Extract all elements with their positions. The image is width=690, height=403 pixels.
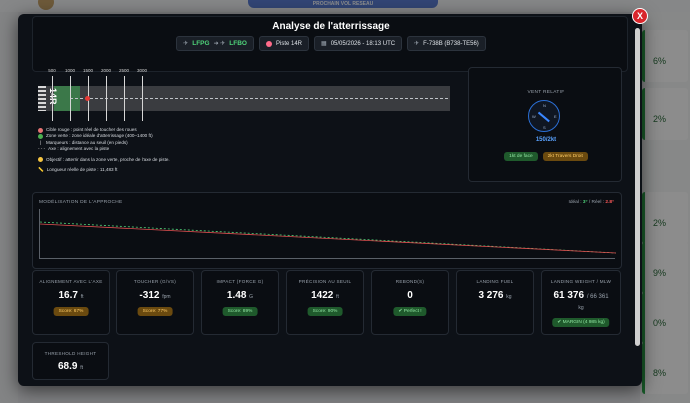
plane-icon: ✈ bbox=[414, 41, 420, 47]
metric-touchdown-vs: TOUCHER (G/VS) -312 fpm Score: 77% bbox=[116, 270, 194, 335]
close-button[interactable]: X bbox=[632, 8, 648, 24]
runway-diagram: 14R bbox=[38, 76, 450, 121]
distance-marker bbox=[124, 76, 125, 121]
runway-number: 14R bbox=[48, 88, 58, 105]
wind-title: VENT RELATIF bbox=[527, 90, 565, 95]
distance-label: 2000 bbox=[100, 68, 112, 73]
landing-analysis-modal: Analyse de l'atterrissage ✈ LFPG ➜ ✈ LFB… bbox=[18, 14, 642, 386]
score-badge: Score: 67% bbox=[53, 307, 89, 316]
dashed-line-icon: - - - bbox=[38, 146, 46, 152]
metric-axis-alignment: ALIGNEMENT AVEC L'AXE 16.7 ft Score: 67% bbox=[32, 270, 110, 335]
metric-threshold-height: THRESHOLD HEIGHT 68.9 ft bbox=[32, 342, 109, 380]
perfect-badge: ✔ Perfect ! bbox=[393, 307, 427, 316]
green-zone-icon bbox=[38, 134, 43, 140]
distance-marker bbox=[70, 76, 71, 121]
distance-label: 500 bbox=[48, 68, 56, 73]
distance-label: 1500 bbox=[82, 68, 94, 73]
takeoff-icon: ✈ bbox=[183, 41, 189, 47]
objective-note: Objectif : atterrir dans la zone verte, … bbox=[38, 157, 170, 163]
aircraft-pill: ✈ F-738B (B738-TE56) bbox=[407, 36, 486, 51]
runway-length-note: 📏 Longueur réelle de piste : 11,483 ft bbox=[38, 167, 118, 173]
metric-landing-fuel: LANDING FUEL 3 276 kg bbox=[456, 270, 534, 335]
distance-marker bbox=[52, 76, 53, 121]
modal-title: Analyse de l'atterrissage bbox=[272, 21, 390, 32]
score-badge: Score: 77% bbox=[137, 307, 173, 316]
runway-centerline bbox=[70, 98, 448, 99]
approach-profile-graph bbox=[39, 221, 617, 254]
runway-legend: Cible rouge : point réel de toucher des … bbox=[38, 127, 170, 173]
distance-marker bbox=[106, 76, 107, 121]
touchdown-point bbox=[85, 96, 90, 101]
approach-panel: MODÉLISATION DE L'APPROCHE Idéal : 3° / … bbox=[32, 192, 622, 269]
distance-label: 3000 bbox=[136, 68, 148, 73]
distance-label: 2500 bbox=[118, 68, 130, 73]
ruler-icon: 📏 bbox=[38, 167, 44, 173]
distance-marker bbox=[142, 76, 143, 121]
distance-label: 1000 bbox=[64, 68, 76, 73]
metric-landing-weight: LANDING WEIGHT / MLW 61 376 / 66 361 kg ✔… bbox=[541, 270, 621, 335]
margin-badge: ✔ MARGIN (4 985 kg) bbox=[552, 318, 610, 327]
metric-threshold-precision: PRÉCISION AU SEUIL 1422 ft Score: 90% bbox=[286, 270, 364, 335]
arrow-icon: ➜ ✈ bbox=[213, 41, 226, 47]
arrival-icao: LFBO bbox=[229, 40, 247, 47]
route-pill: ✈ LFPG ➜ ✈ LFBO bbox=[176, 36, 254, 51]
runway-panel: 14R 500 1000 1500 2000 2500 3000 Cible r… bbox=[32, 67, 462, 183]
score-badge: Score: 90% bbox=[307, 307, 343, 316]
approach-plot bbox=[39, 209, 617, 259]
wind-arrow bbox=[538, 111, 550, 122]
aircraft-label: F-738B (B738-TE56) bbox=[423, 40, 479, 47]
wind-compass-icon: N E S W bbox=[528, 100, 560, 132]
wind-components: 1kt de face 2kt Travers Droit bbox=[469, 152, 623, 161]
wind-value: 150/2kt bbox=[535, 137, 557, 143]
score-badge: Score: 89% bbox=[222, 307, 258, 316]
departure-icao: LFPG bbox=[192, 40, 210, 47]
approach-angles: Idéal : 3° / Réel : 2.8° bbox=[568, 200, 615, 205]
modal-header: Analyse de l'atterrissage ✈ LFPG ➜ ✈ LFB… bbox=[32, 16, 628, 72]
runway-icon bbox=[266, 40, 272, 47]
red-target-icon bbox=[38, 127, 43, 133]
approach-title: MODÉLISATION DE L'APPROCHE bbox=[39, 200, 123, 205]
runway-pill: Piste 14R bbox=[259, 36, 310, 51]
distance-labels: 500 1000 1500 2000 2500 3000 bbox=[38, 67, 450, 77]
metric-impact-g: IMPACT (FORCE G) 1.48 G Score: 89% bbox=[201, 270, 279, 335]
crosswind-badge: 2kt Travers Droit bbox=[542, 152, 588, 161]
modal-scrollbar[interactable] bbox=[635, 28, 640, 346]
real-glidepath-line bbox=[39, 223, 617, 254]
datetime-label: 05/05/2026 - 18:13 UTC bbox=[330, 40, 396, 47]
wind-panel: VENT RELATIF N E S W 150/2kt 1kt de face… bbox=[468, 67, 622, 182]
flight-info-pills: ✈ LFPG ➜ ✈ LFBO Piste 14R ▦ 05/05/2026 -… bbox=[33, 36, 629, 51]
datetime-pill: ▦ 05/05/2026 - 18:13 UTC bbox=[314, 36, 403, 51]
metric-bounces: REBOND(S) 0 ✔ Perfect ! bbox=[371, 270, 449, 335]
headwind-badge: 1kt de face bbox=[504, 152, 538, 161]
runway-label: Piste 14R bbox=[276, 40, 303, 47]
calendar-icon: ▦ bbox=[321, 41, 327, 47]
threshold-markings bbox=[38, 86, 46, 111]
target-icon bbox=[38, 157, 43, 163]
